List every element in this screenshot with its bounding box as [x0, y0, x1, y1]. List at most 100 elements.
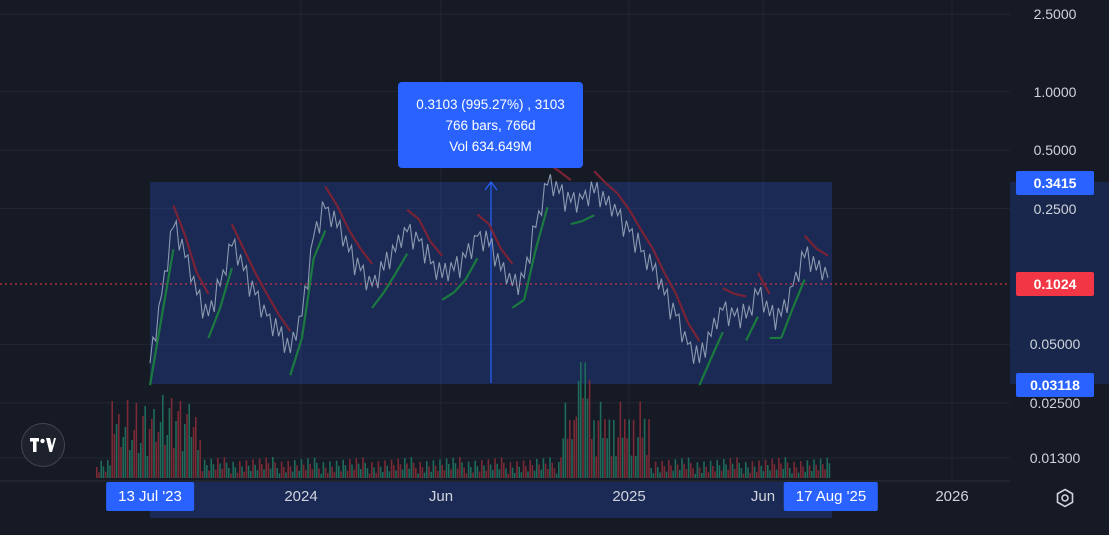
volume-bar [760, 465, 762, 478]
volume-bar [663, 466, 666, 478]
volume-bar [665, 471, 668, 478]
volume-bar [652, 473, 655, 478]
volume-bar [401, 469, 404, 478]
volume-bar [129, 450, 131, 478]
volume-bar [764, 459, 767, 478]
volume-bar [586, 398, 589, 478]
volume-bar [698, 467, 701, 478]
volume-bar [432, 460, 435, 478]
volume-bar [602, 438, 604, 478]
volume-bar [615, 456, 617, 478]
volume-bar [368, 473, 371, 478]
volume-bar [100, 460, 102, 478]
volume-bar [366, 468, 369, 478]
volume-bar [98, 472, 100, 478]
volume-bar [714, 471, 716, 478]
volume-bar [617, 437, 619, 478]
volume-bar [784, 457, 787, 478]
volume-bar [632, 419, 635, 478]
volume-bar [417, 473, 419, 478]
volume-bar [364, 462, 366, 478]
volume-bar [206, 465, 208, 478]
volume-bar [322, 462, 325, 478]
volume-bar [250, 471, 252, 478]
volume-bar [357, 463, 360, 478]
volume-bar [753, 466, 756, 478]
volume-bar [342, 459, 344, 478]
volume-bar [527, 471, 529, 478]
volume-bar [685, 469, 688, 478]
volume-bar [439, 459, 441, 478]
volume-bar [687, 457, 690, 478]
volume-bar [729, 458, 732, 478]
volume-bar [217, 458, 219, 478]
time-axis-tick: 2025 [612, 488, 646, 505]
volume-bar [302, 464, 305, 478]
volume-bar [324, 467, 327, 478]
volume-bar [135, 403, 138, 478]
volume-bar [408, 468, 410, 478]
volume-bar [621, 437, 624, 478]
range-measure-label: 0.3103 (995.27%) , 3103 766 bars, 766d V… [398, 82, 583, 168]
volume-bar [694, 473, 696, 478]
volume-bar [758, 460, 760, 478]
volume-bar [382, 472, 384, 478]
volume-bar [712, 466, 714, 478]
volume-bar [641, 437, 644, 478]
volume-bar [173, 448, 175, 478]
volume-bar [423, 472, 426, 478]
volume-bar [412, 462, 415, 478]
volume-bar [720, 470, 723, 478]
volume-bar [573, 420, 575, 478]
price-plot[interactable] [0, 0, 1109, 535]
volume-bar [333, 472, 336, 478]
volume-bar [481, 460, 483, 478]
volume-bar [419, 461, 421, 478]
volume-bar [159, 422, 162, 478]
volume-bar [494, 458, 496, 478]
volume-bar [102, 466, 105, 478]
volume-bar [113, 434, 116, 478]
volume-bar [606, 438, 608, 478]
volume-bar [443, 470, 446, 478]
volume-bar [643, 418, 646, 478]
volume-bar [595, 456, 597, 478]
volume-bar [197, 450, 199, 478]
volume-bar [434, 465, 437, 478]
volume-bar [661, 460, 663, 478]
volume-bar [496, 463, 498, 478]
volume-bar [531, 465, 534, 478]
volume-bar [639, 401, 641, 478]
volume-bar [214, 469, 217, 478]
volume-bar [133, 430, 135, 478]
volume-bar [804, 471, 806, 478]
volume-bar [254, 464, 256, 478]
volume-bar [498, 469, 501, 478]
volume-bar [327, 473, 329, 478]
volume-bar [137, 453, 140, 478]
volume-bar [318, 468, 320, 478]
volume-bar [514, 473, 516, 478]
volume-bar [450, 469, 452, 478]
volume-bar [415, 468, 417, 478]
volume-bar [773, 464, 776, 478]
volume-bar [725, 464, 727, 478]
volume-bar [208, 470, 210, 478]
volume-bar [305, 470, 307, 478]
volume-bar [461, 462, 463, 478]
volume-bar [474, 460, 476, 478]
volume-bar [613, 420, 615, 478]
volume-bar [454, 463, 457, 478]
volume-bar [588, 379, 591, 478]
volume-bar [650, 467, 652, 478]
settings-gear-icon[interactable] [1055, 488, 1075, 508]
volume-bar [553, 468, 556, 478]
volume-bar [569, 420, 571, 478]
volume-bar [668, 460, 670, 478]
chart-area[interactable]: 2.5000 1.0000 0.5000 0.2500 0.05000 0.02500 0.… [0, 0, 1109, 535]
volume-bar [258, 458, 261, 478]
volume-bar [723, 459, 725, 478]
volume-bar [690, 463, 692, 478]
volume-bar [296, 465, 298, 478]
tradingview-logo-icon[interactable] [21, 423, 65, 467]
